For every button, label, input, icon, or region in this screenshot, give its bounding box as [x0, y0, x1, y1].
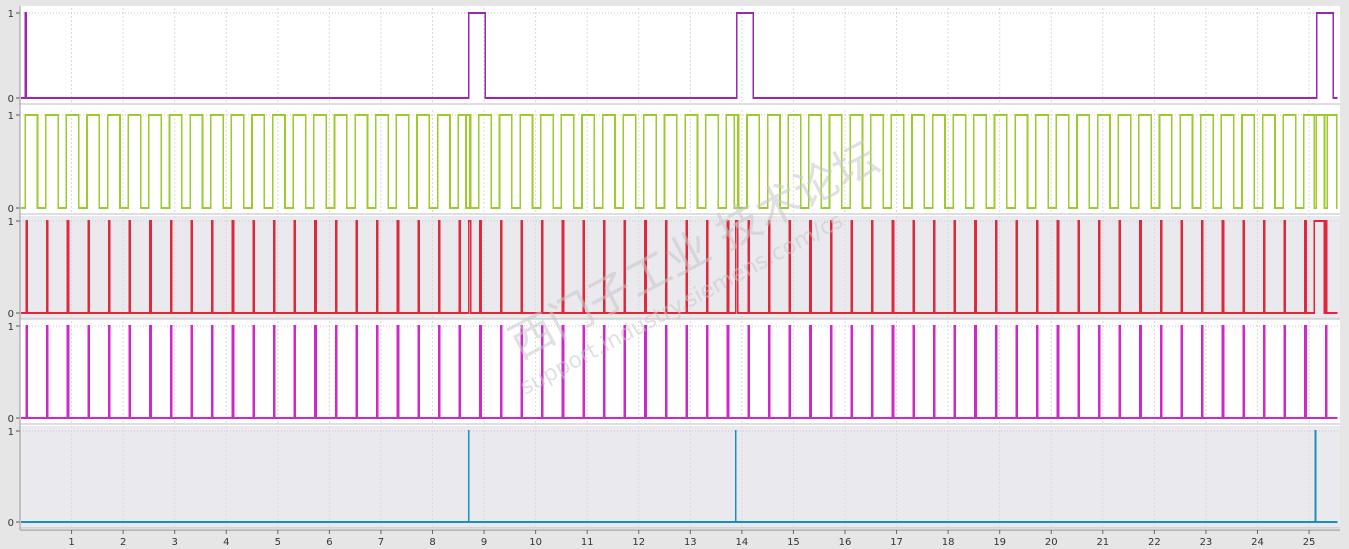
x-tick-label-15: 15	[787, 537, 800, 548]
x-tick-label-2: 2	[120, 537, 126, 548]
panel-4-ytick-0: 0	[8, 414, 14, 425]
x-tick-label-4: 4	[223, 537, 229, 548]
panel-1-ytick-0: 0	[8, 94, 14, 105]
panel-4-ytick-1: 1	[8, 322, 14, 333]
panel-2-ytick-0: 0	[8, 204, 14, 215]
x-tick-label-13: 13	[684, 537, 697, 548]
x-tick-label-18: 18	[942, 537, 955, 548]
panel-3-ytick-0: 0	[8, 309, 14, 320]
x-tick-label-1: 1	[68, 537, 74, 548]
x-tick-label-6: 6	[326, 537, 332, 548]
x-tick-label-17: 17	[890, 537, 903, 548]
x-tick-label-3: 3	[172, 537, 178, 548]
panel-3-ytick-1: 1	[8, 217, 14, 228]
x-tick-label-10: 10	[529, 537, 542, 548]
x-tick-label-25: 25	[1303, 537, 1316, 548]
x-tick-label-8: 8	[429, 537, 435, 548]
panel-1-background	[20, 8, 1340, 104]
x-tick-label-5: 5	[275, 537, 281, 548]
x-tick-label-16: 16	[839, 537, 852, 548]
x-tick-label-12: 12	[632, 537, 645, 548]
chart-svg: 10101010101 2 3 4 5 6 7 8 9 10 11 12 13 14 15 16 17 18 19 2…	[8, 6, 1340, 548]
panel-5-ytick-0: 0	[8, 518, 14, 529]
x-tick-label-22: 22	[1148, 537, 1161, 548]
panel-4-background	[20, 321, 1340, 424]
panel-2-background	[20, 110, 1340, 214]
x-tick-label-7: 7	[378, 537, 384, 548]
x-tick-label-24: 24	[1251, 537, 1264, 548]
panel-2-ytick-1: 1	[8, 111, 14, 122]
x-tick-label-23: 23	[1200, 537, 1213, 548]
x-tick-label-21: 21	[1096, 537, 1109, 548]
panel-5-background	[20, 426, 1340, 528]
x-tick-label-20: 20	[1045, 537, 1058, 548]
x-tick-label-19: 19	[993, 537, 1006, 548]
x-tick-label-9: 9	[481, 537, 487, 548]
panel-5-ytick-1: 1	[8, 427, 14, 438]
x-tick-label-11: 11	[581, 537, 594, 548]
panel-1-ytick-1: 1	[8, 9, 14, 20]
chart: 1 0 1 0 1 0 1 0 1 0 1 2 3 4 5 6 7 8 9 10 11 12 13 14 15 16 17 18 19 2…	[0, 0, 1349, 549]
x-tick-label-14: 14	[736, 537, 749, 548]
